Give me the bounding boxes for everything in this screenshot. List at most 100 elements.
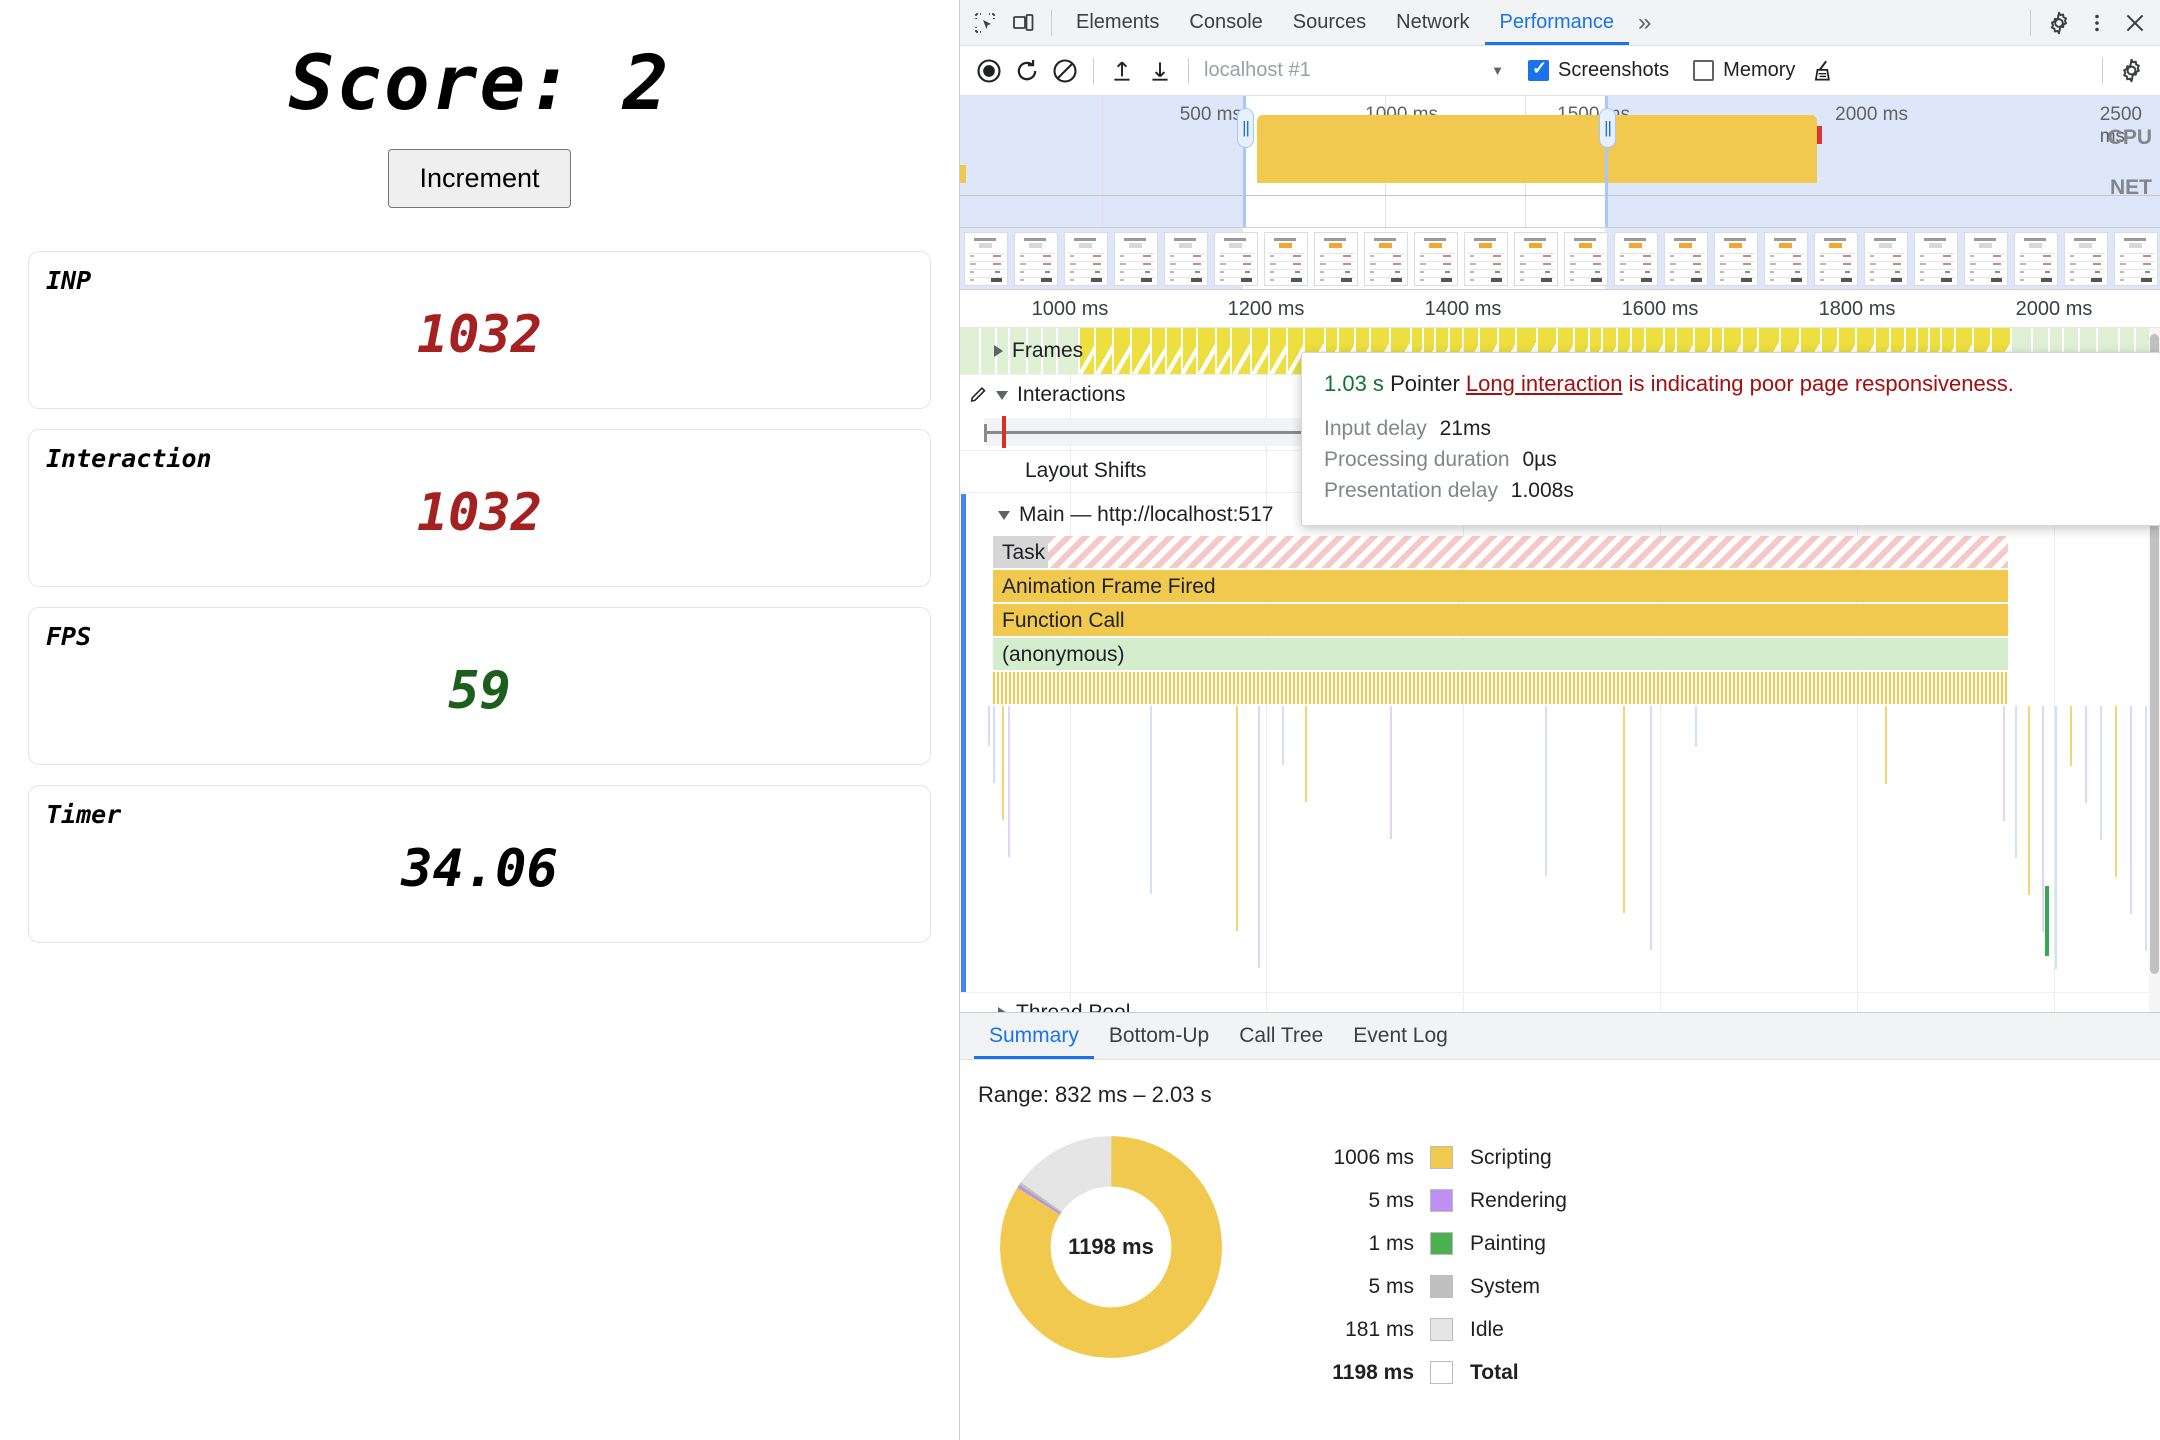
selection-handle-right[interactable]: ||	[1599, 108, 1616, 148]
filmstrip-thumbnail[interactable]	[1164, 232, 1208, 286]
filmstrip-thumbnail[interactable]	[1864, 232, 1908, 286]
micro-task-tick	[1785, 672, 1787, 704]
filmstrip-thumbnail[interactable]	[1964, 232, 2008, 286]
filmstrip-thumbnail[interactable]	[1664, 232, 1708, 286]
filmstrip-thumbnail[interactable]	[1264, 232, 1308, 286]
filmstrip-thumbnail[interactable]	[1814, 232, 1858, 286]
tab-performance[interactable]: Performance	[1485, 0, 1630, 45]
frame-cell[interactable]	[1114, 328, 1130, 374]
clear-icon[interactable]	[1046, 52, 1084, 90]
inspect-element-icon[interactable]	[966, 4, 1004, 42]
track-header-frames[interactable]: Frames	[960, 328, 1083, 374]
timeline-overview[interactable]: 500 ms 1000 ms 1500 ms 2000 ms 2500 ms C…	[960, 96, 2160, 228]
micro-task-tick	[1929, 672, 1931, 704]
track-header-thread-pool[interactable]: Thread Pool	[960, 992, 1130, 1013]
filmstrip-thumbnail[interactable]	[1014, 232, 1058, 286]
frame-cell[interactable]	[1132, 328, 1150, 374]
gear-icon[interactable]	[2040, 4, 2078, 42]
micro-task-tick	[1081, 672, 1083, 704]
micro-task-tick	[1373, 672, 1375, 704]
filmstrip-thumbnail[interactable]	[2014, 232, 2058, 286]
device-toolbar-icon[interactable]	[1004, 4, 1042, 42]
close-icon[interactable]	[2116, 4, 2154, 42]
tab-summary[interactable]: Summary	[974, 1013, 1094, 1059]
filmstrip-thumbnail[interactable]	[1214, 232, 1258, 286]
frame-cell[interactable]	[1152, 328, 1165, 374]
legend-row-painting[interactable]: 1 ms Painting	[1302, 1222, 1567, 1265]
tab-event-log[interactable]: Event Log	[1338, 1013, 1463, 1059]
filmstrip-thumbnail[interactable]	[1114, 232, 1158, 286]
tab-sources[interactable]: Sources	[1278, 0, 1381, 45]
filmstrip-thumbnail[interactable]	[1364, 232, 1408, 286]
micro-task-tick	[1641, 672, 1643, 704]
filmstrip-thumbnail[interactable]	[1514, 232, 1558, 286]
micro-task-tick	[1993, 672, 1995, 704]
chevron-down-icon: ▼	[1491, 63, 1504, 78]
memory-checkbox[interactable]: Memory	[1693, 59, 1795, 82]
download-profile-icon[interactable]	[1141, 52, 1179, 90]
micro-task-tick	[1173, 672, 1175, 704]
filmstrip-thumbnail[interactable]	[1414, 232, 1458, 286]
record-icon[interactable]	[970, 52, 1008, 90]
flame-event-function-call[interactable]: Function Call	[993, 604, 2008, 636]
filmstrip-thumbnail[interactable]	[1764, 232, 1808, 286]
micro-task-tick	[1985, 672, 1987, 704]
track-header-layout-shifts[interactable]: Layout Shifts	[960, 450, 1146, 492]
flame-event-anonymous[interactable]: (anonymous)	[993, 638, 2008, 670]
micro-task-tick	[1661, 672, 1663, 704]
micro-task-tick	[1705, 672, 1707, 704]
track-header-interactions[interactable]: Interactions	[960, 374, 1126, 416]
more-options-icon[interactable]	[2078, 4, 2116, 42]
filmstrip-thumbnail[interactable]	[2114, 232, 2158, 286]
legend-row-system[interactable]: 5 ms System	[1302, 1265, 1567, 1308]
filmstrip-thumbnail[interactable]	[1314, 232, 1358, 286]
upload-profile-icon[interactable]	[1103, 52, 1141, 90]
flame-event-animation-frame[interactable]: Animation Frame Fired	[993, 570, 2008, 602]
metric-label: Interaction	[46, 444, 212, 473]
broom-icon[interactable]	[1805, 52, 1843, 90]
flamechart-tracks[interactable]: Frames Interactions Layout Shifts Main —…	[960, 328, 2160, 1013]
legend-row-scripting[interactable]: 1006 ms Scripting	[1302, 1136, 1567, 1179]
tab-elements[interactable]: Elements	[1061, 0, 1174, 45]
recording-select[interactable]: localhost #1 ▼	[1204, 55, 1504, 87]
screenshots-checkbox[interactable]: Screenshots	[1528, 59, 1669, 82]
dense-microtask-band[interactable]	[993, 672, 2008, 704]
frame-cell[interactable]	[1270, 328, 1286, 374]
frame-cell[interactable]	[1232, 328, 1250, 374]
frame-cell[interactable]	[1198, 328, 1215, 374]
filmstrip-thumbnail[interactable]	[1464, 232, 1508, 286]
frame-cell[interactable]	[1167, 328, 1181, 374]
screenshot-filmstrip[interactable]	[960, 228, 2160, 290]
micro-task-tick	[1265, 672, 1267, 704]
tab-call-tree[interactable]: Call Tree	[1224, 1013, 1338, 1059]
micro-task-tick	[1569, 672, 1571, 704]
legend-row-idle[interactable]: 181 ms Idle	[1302, 1308, 1567, 1351]
tab-console[interactable]: Console	[1174, 0, 1277, 45]
filmstrip-thumbnail[interactable]	[1564, 232, 1608, 286]
chevron-double-right-icon[interactable]: »	[1629, 9, 1660, 37]
stack-tick	[1305, 706, 1307, 802]
reload-and-record-icon[interactable]	[1008, 52, 1046, 90]
filmstrip-thumbnail[interactable]	[2064, 232, 2108, 286]
tooltip-link[interactable]: Long interaction	[1466, 371, 1623, 396]
frame-cell[interactable]	[1217, 328, 1230, 374]
filmstrip-thumbnail[interactable]	[1714, 232, 1758, 286]
gear-icon[interactable]	[2112, 52, 2150, 90]
stack-tick	[2055, 706, 2057, 969]
frame-cell[interactable]	[1252, 328, 1268, 374]
track-header-main[interactable]: Main — http://localhost:517	[960, 494, 1273, 536]
filmstrip-thumbnail[interactable]	[964, 232, 1008, 286]
tab-network[interactable]: Network	[1381, 0, 1484, 45]
frame-cell[interactable]	[1096, 328, 1112, 374]
activity-donut-chart[interactable]: 1198 ms	[998, 1134, 1224, 1360]
frame-cell[interactable]	[1183, 328, 1196, 374]
increment-button[interactable]: Increment	[388, 149, 570, 208]
filmstrip-thumbnail[interactable]	[1064, 232, 1108, 286]
filmstrip-thumbnail[interactable]	[1914, 232, 1958, 286]
memory-label: Memory	[1723, 59, 1795, 82]
selection-handle-left[interactable]: ||	[1237, 108, 1254, 148]
filmstrip-thumbnail[interactable]	[1614, 232, 1658, 286]
pencil-icon[interactable]	[968, 384, 990, 406]
legend-row-rendering[interactable]: 5 ms Rendering	[1302, 1179, 1567, 1222]
tab-bottom-up[interactable]: Bottom-Up	[1094, 1013, 1224, 1059]
